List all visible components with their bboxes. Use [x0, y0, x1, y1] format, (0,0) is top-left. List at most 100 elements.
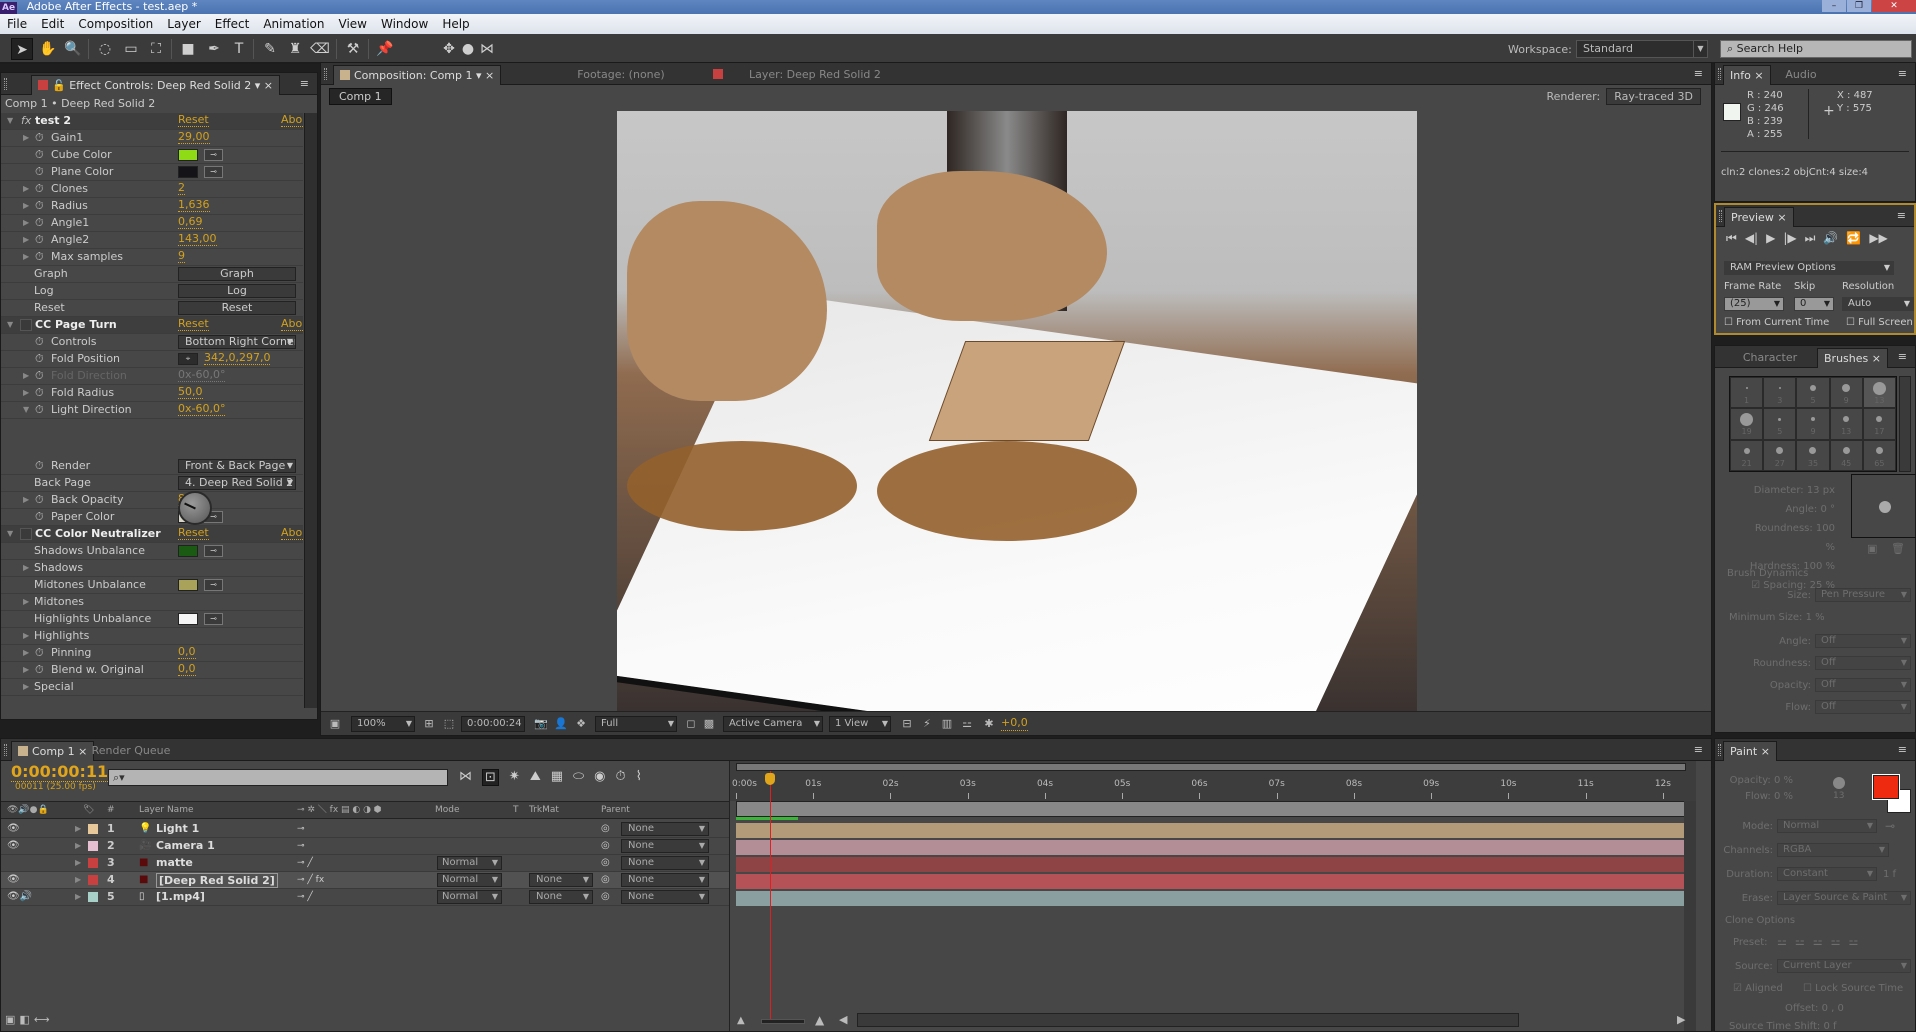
layer-name[interactable]: [1.mp4]	[156, 889, 205, 905]
eraser-tool-icon[interactable]: ⌫	[309, 38, 331, 60]
twirl-right-icon[interactable]: ▶	[23, 181, 29, 197]
in-out-toggle-icon[interactable]: ⟷	[34, 1013, 50, 1026]
renderer-button[interactable]: Ray-traced 3D	[1606, 88, 1701, 105]
stopwatch-icon[interactable]: ⏱	[35, 351, 44, 367]
stopwatch-icon[interactable]: ⏱	[35, 164, 44, 180]
dynamics-select[interactable]: Off ▼	[1815, 656, 1911, 670]
current-time-field[interactable]: 0:00:00:24	[461, 716, 525, 732]
ram-preview-icon[interactable]: ▶▶	[1869, 231, 1887, 246]
frame-blending-icon[interactable]: ⛰	[530, 769, 541, 786]
menu-view[interactable]: View	[332, 17, 374, 31]
param-value[interactable]: 0,69	[178, 215, 203, 229]
loop-icon[interactable]: 🔁	[1846, 231, 1861, 246]
play-icon[interactable]: ▶	[1766, 231, 1775, 246]
brush-tip[interactable]: 9	[1796, 408, 1830, 440]
param-select[interactable]: Front & Back Page ▼	[178, 459, 296, 473]
shy-switch-icon[interactable]: ⊸	[297, 838, 305, 854]
magnification-select[interactable]: 100% ▼	[351, 716, 415, 732]
color-swatch[interactable]	[178, 166, 198, 178]
layer-name[interactable]: Camera 1	[156, 838, 215, 854]
time-navigator[interactable]	[736, 763, 1686, 771]
eyedropper-icon[interactable]: ⊸	[204, 166, 223, 178]
menu-window[interactable]: Window	[374, 17, 435, 31]
stopwatch-icon[interactable]: ⏱	[35, 492, 44, 508]
toggle-pixel-aspect-icon[interactable]: ⊟	[899, 716, 915, 732]
brush-tip[interactable]: 9	[1829, 377, 1863, 409]
menu-file[interactable]: File	[0, 17, 34, 31]
effect-reset-link[interactable]: Reset	[178, 317, 209, 331]
scrollbar[interactable]	[1899, 376, 1911, 472]
twirl-right-icon[interactable]: ▶	[75, 889, 81, 905]
param-value[interactable]: 9	[178, 249, 185, 263]
twirl-right-icon[interactable]: ▶	[23, 232, 29, 248]
twirl-down-icon[interactable]: ▼	[7, 317, 13, 333]
parent-pickwhip-icon[interactable]: ◎	[601, 855, 610, 871]
last-frame-icon[interactable]: ⏭	[1805, 231, 1816, 246]
brush-tip-icon[interactable]	[1833, 777, 1845, 789]
stopwatch-icon[interactable]: ⏱	[35, 232, 44, 248]
tab-audio[interactable]: Audio	[1773, 65, 1829, 85]
brainstorm-icon[interactable]: ◉	[594, 769, 605, 786]
safe-zones-icon[interactable]: ⊞	[421, 716, 437, 732]
region-of-interest-icon[interactable]: ◻	[683, 716, 699, 732]
minimize-button[interactable]: –	[1822, 0, 1846, 12]
label-column-icon[interactable]: 🏷	[83, 802, 94, 818]
maximize-button[interactable]: ❐	[1847, 0, 1871, 12]
twirl-right-icon[interactable]: ▶	[23, 368, 29, 384]
playhead-handle[interactable]	[764, 773, 775, 785]
parent-select[interactable]: None ▼	[621, 873, 709, 887]
tab-effect-controls[interactable]: 🔓 Effect Controls: Deep Red Solid 2 ▾ ×	[31, 75, 280, 95]
aligned-checkbox[interactable]: ☑ Aligned	[1733, 983, 1783, 994]
twirl-right-icon[interactable]: ▶	[23, 628, 29, 644]
always-preview-icon[interactable]: ▣	[327, 716, 343, 732]
blend-mode-select[interactable]: Normal ▼	[437, 890, 502, 904]
panel-menu-icon[interactable]: ≡	[1694, 743, 1703, 756]
param-button[interactable]: Graph	[178, 267, 296, 281]
layer-name[interactable]: Light 1	[156, 821, 199, 837]
parent-pickwhip-icon[interactable]: ◎	[601, 872, 610, 888]
twirl-right-icon[interactable]: ▶	[75, 838, 81, 854]
stopwatch-icon[interactable]: ⏱	[35, 198, 44, 214]
effect-header[interactable]: ▼ CC Color Neutralizer Reset About...	[1, 526, 303, 543]
tab-brushes[interactable]: Brushes ×	[1817, 348, 1888, 368]
clone-preset-2-icon[interactable]: ⚍	[1795, 935, 1805, 948]
stopwatch-icon[interactable]: ⏱	[35, 662, 44, 678]
tab-preview[interactable]: Preview ×	[1724, 207, 1794, 227]
view-layout-select[interactable]: 1 View ▼	[829, 716, 891, 732]
brush-tip[interactable]: 17	[1862, 408, 1896, 440]
layer-row[interactable]: 👁🔊 ▶ 5 ▯ [1.mp4] ⊸ ╱ Normal ▼ None ▼ ◎ None ▼	[1, 889, 729, 906]
stopwatch-icon[interactable]: ⏱	[35, 509, 44, 525]
visibility-eye-icon[interactable]: 👁	[7, 872, 20, 888]
twirl-right-icon[interactable]: ▶	[23, 560, 29, 576]
dynamics-select[interactable]: Off ▼	[1815, 678, 1911, 692]
twirl-right-icon[interactable]: ▶	[75, 821, 81, 837]
stopwatch-icon[interactable]: ⏱	[35, 402, 44, 418]
stopwatch-icon[interactable]: ⏱	[35, 368, 44, 384]
zoom-out-icon[interactable]: ▲	[737, 1015, 745, 1026]
stopwatch-icon[interactable]: ⏱	[35, 181, 44, 197]
panel-menu-icon[interactable]: ≡	[1897, 209, 1906, 222]
comp-navigator-comp1[interactable]: Comp 1	[329, 88, 392, 105]
brush-tip[interactable]: 21	[1730, 439, 1764, 471]
eyedropper-icon[interactable]: ⊸	[204, 613, 223, 625]
search-help-input[interactable]: ⌕ Search Help	[1720, 40, 1912, 58]
parent-pickwhip-icon[interactable]: ◎	[601, 838, 610, 854]
shy-switch-icon[interactable]: ⊸	[297, 821, 305, 837]
layer-duration-bar[interactable]	[736, 891, 1686, 906]
eyedropper-icon[interactable]: ⊸	[204, 545, 223, 557]
dynamics-select[interactable]: Off ▼	[1815, 634, 1911, 648]
rectangle-tool-icon[interactable]: ■	[177, 38, 199, 60]
twirl-right-icon[interactable]: ▶	[23, 492, 29, 508]
resolution-select[interactable]: Auto ▼	[1842, 297, 1914, 311]
rotation-tool-icon[interactable]: ◌	[94, 38, 116, 60]
brush-tool-icon[interactable]: ✎	[259, 38, 281, 60]
light-direction-dial[interactable]	[178, 491, 212, 525]
shy-switch-icon[interactable]: ⊸ ╱	[297, 855, 313, 871]
eyedropper-icon[interactable]: ⊸	[204, 579, 223, 591]
track-matte-select[interactable]: None ▼	[529, 890, 593, 904]
layer-row[interactable]: ▶ 3 ■ matte ⊸ ╱ Normal ▼ ◎ None ▼	[1, 855, 729, 872]
workspace-select[interactable]: Standard ▼	[1576, 40, 1708, 58]
view-axis-icon[interactable]: ⋈	[476, 38, 498, 60]
layer-duration-bar[interactable]	[736, 823, 1686, 838]
brush-tip[interactable]: 13	[1862, 377, 1896, 409]
